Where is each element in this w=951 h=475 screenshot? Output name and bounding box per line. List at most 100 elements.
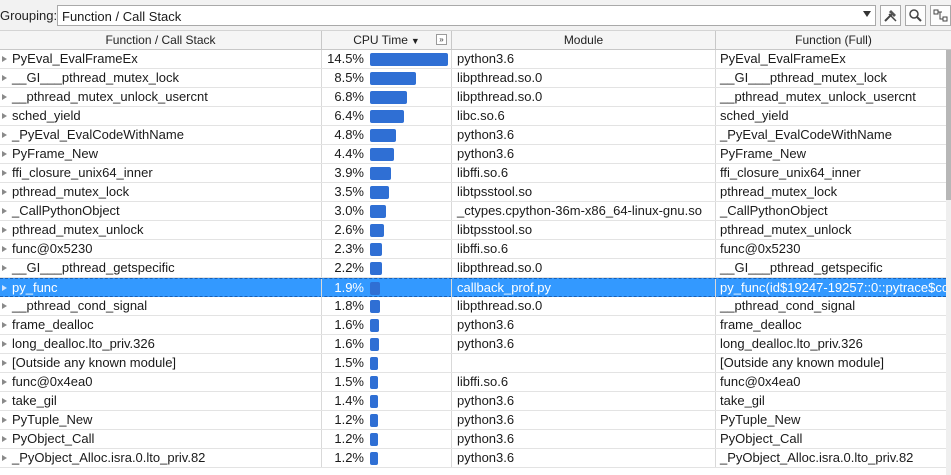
function-name: _PyObject_Alloc.isra.0.lto_priv.82 [12, 450, 206, 465]
cpu-time-bar [370, 433, 378, 446]
expand-triangle-icon[interactable] [2, 303, 7, 309]
expand-triangle-icon[interactable] [2, 398, 7, 404]
cpu-time-value: 1.4% [334, 393, 364, 408]
table-row[interactable]: ffi_closure_unix64_inner 3.9% libffi.so.6 f… [0, 164, 951, 183]
cpu-time-bar [370, 243, 382, 256]
table-row[interactable]: __pthread_cond_signal 1.8% libpthread.so.0… [0, 297, 951, 316]
expand-triangle-icon[interactable] [2, 227, 7, 233]
table-row[interactable]: [Outside any known module] 1.5% [Outside a… [0, 354, 951, 373]
table-row[interactable]: PyEval_EvalFrameEx 14.5% python3.6 PyEval_E… [0, 50, 951, 69]
cpu-time-cell: 4.8% [322, 126, 452, 144]
table-row[interactable]: func@0x4ea0 1.5% libffi.so.6 func@0x4ea0 [0, 373, 951, 392]
module-cell: callback_prof.py [452, 279, 716, 297]
cpu-time-value: 4.8% [334, 127, 364, 142]
function-cell: PyObject_Call [0, 430, 322, 448]
expand-triangle-icon[interactable] [2, 56, 7, 62]
table-row[interactable]: _PyEval_EvalCodeWithName 4.8% python3.6 _Py… [0, 126, 951, 145]
expand-triangle-icon[interactable] [2, 360, 7, 366]
function-name: PyObject_Call [12, 431, 95, 446]
expand-triangle-icon[interactable] [2, 113, 7, 119]
grouping-select[interactable]: Function / Call Stack [57, 5, 876, 26]
expand-triangle-icon[interactable] [2, 341, 7, 347]
table-row[interactable]: PyFrame_New 4.4% python3.6 PyFrame_New [0, 145, 951, 164]
expand-triangle-icon[interactable] [2, 246, 7, 252]
function-full-cell: func@0x4ea0 [720, 374, 801, 389]
table-row[interactable]: func@0x5230 2.3% libffi.so.6 func@0x5230 [0, 240, 951, 259]
expand-triangle-icon[interactable] [2, 455, 7, 461]
table-row[interactable]: take_gil 1.4% python3.6 take_gil [0, 392, 951, 411]
function-name: pthread_mutex_lock [12, 184, 130, 199]
function-name: _PyEval_EvalCodeWithName [12, 127, 184, 142]
function-name: _CallPythonObject [12, 203, 120, 218]
function-full-cell: __pthread_cond_signal [720, 298, 856, 313]
expand-triangle-icon[interactable] [2, 417, 7, 423]
search-button[interactable] [905, 5, 926, 26]
cpu-time-cell: 3.5% [322, 183, 452, 201]
function-full-cell: py_func(id$19247-19257::0::pytrace$co [720, 280, 950, 295]
column-header-cpu-time[interactable]: CPU Time ▼ » [322, 31, 452, 50]
expand-triangle-icon[interactable] [2, 285, 7, 291]
tools-button[interactable] [880, 5, 901, 26]
expand-triangle-icon[interactable] [2, 94, 7, 100]
cpu-time-bar [370, 129, 396, 142]
grid-body: PyEval_EvalFrameEx 14.5% python3.6 PyEval_E… [0, 50, 951, 475]
cpu-time-bar [370, 262, 382, 275]
table-row[interactable]: __pthread_mutex_unlock_usercnt 6.8% libpth… [0, 88, 951, 107]
table-row[interactable]: frame_dealloc 1.6% python3.6 frame_dealloc [0, 316, 951, 335]
function-name: func@0x4ea0 [12, 374, 93, 389]
cpu-time-cell: 4.4% [322, 145, 452, 163]
function-full-cell: PyTuple_New [720, 412, 801, 427]
vertical-scrollbar[interactable] [946, 50, 951, 475]
table-row[interactable]: pthread_mutex_lock 3.5% libtpsstool.so pthr… [0, 183, 951, 202]
cpu-time-cell: 1.5% [322, 354, 452, 372]
function-cell: __pthread_cond_signal [0, 297, 322, 315]
view-options-button[interactable] [930, 5, 951, 26]
expand-triangle-icon[interactable] [2, 208, 7, 214]
cpu-time-bar [370, 414, 378, 427]
expand-triangle-icon[interactable] [2, 379, 7, 385]
table-row[interactable]: __GI___pthread_mutex_lock 8.5% libpthread.… [0, 69, 951, 88]
function-full-cell: __pthread_mutex_unlock_usercnt [720, 89, 916, 104]
function-cell: long_dealloc.lto_priv.326 [0, 335, 322, 353]
function-name: PyFrame_New [12, 146, 98, 161]
expand-triangle-icon[interactable] [2, 322, 7, 328]
cpu-time-cell: 1.8% [322, 297, 452, 315]
table-row[interactable]: _CallPythonObject 3.0% _ctypes.cpython-36m… [0, 202, 951, 221]
function-name: take_gil [12, 393, 57, 408]
table-row[interactable]: sched_yield 6.4% libc.so.6 sched_yield [0, 107, 951, 126]
expand-column-button[interactable]: » [436, 34, 447, 45]
cpu-time-bar [370, 167, 391, 180]
cpu-time-value: 1.5% [334, 355, 364, 370]
column-header-module-label: Module [563, 33, 604, 47]
function-cell: pthread_mutex_lock [0, 183, 322, 201]
column-header-function-full[interactable]: Function (Full) [716, 31, 951, 50]
expand-triangle-icon[interactable] [2, 132, 7, 138]
expand-triangle-icon[interactable] [2, 189, 7, 195]
expand-triangle-icon[interactable] [2, 436, 7, 442]
function-cell: py_func [0, 279, 322, 297]
table-row[interactable]: _PyObject_Alloc.isra.0.lto_priv.82 1.2% py… [0, 449, 951, 468]
cpu-time-bar [370, 224, 384, 237]
table-row[interactable]: py_func 1.9% callback_prof.py py_func(id$19… [0, 278, 951, 297]
function-name: long_dealloc.lto_priv.326 [12, 336, 155, 351]
column-header-module[interactable]: Module [452, 31, 716, 50]
expand-triangle-icon[interactable] [2, 75, 7, 81]
scrollbar-thumb[interactable] [946, 50, 951, 200]
table-row[interactable]: long_dealloc.lto_priv.326 1.6% python3.6 lo… [0, 335, 951, 354]
module-cell: python3.6 [452, 145, 716, 163]
table-row[interactable]: pthread_mutex_unlock 2.6% libtpsstool.so pt… [0, 221, 951, 240]
cpu-time-value: 3.0% [334, 203, 364, 218]
expand-triangle-icon[interactable] [2, 151, 7, 157]
module-cell: libc.so.6 [452, 107, 716, 125]
expand-triangle-icon[interactable] [2, 170, 7, 176]
cpu-time-value: 2.3% [334, 241, 364, 256]
expand-triangle-icon[interactable] [2, 265, 7, 271]
cpu-time-value: 2.6% [334, 222, 364, 237]
table-row[interactable]: PyTuple_New 1.2% python3.6 PyTuple_New [0, 411, 951, 430]
cpu-time-cell: 1.2% [322, 430, 452, 448]
table-row[interactable]: PyObject_Call 1.2% python3.6 PyObject_Call [0, 430, 951, 449]
cpu-time-value: 4.4% [334, 146, 364, 161]
cpu-time-value: 1.8% [334, 298, 364, 313]
table-row[interactable]: __GI___pthread_getspecific 2.2% libpthread… [0, 259, 951, 278]
column-header-function[interactable]: Function / Call Stack [0, 31, 322, 50]
